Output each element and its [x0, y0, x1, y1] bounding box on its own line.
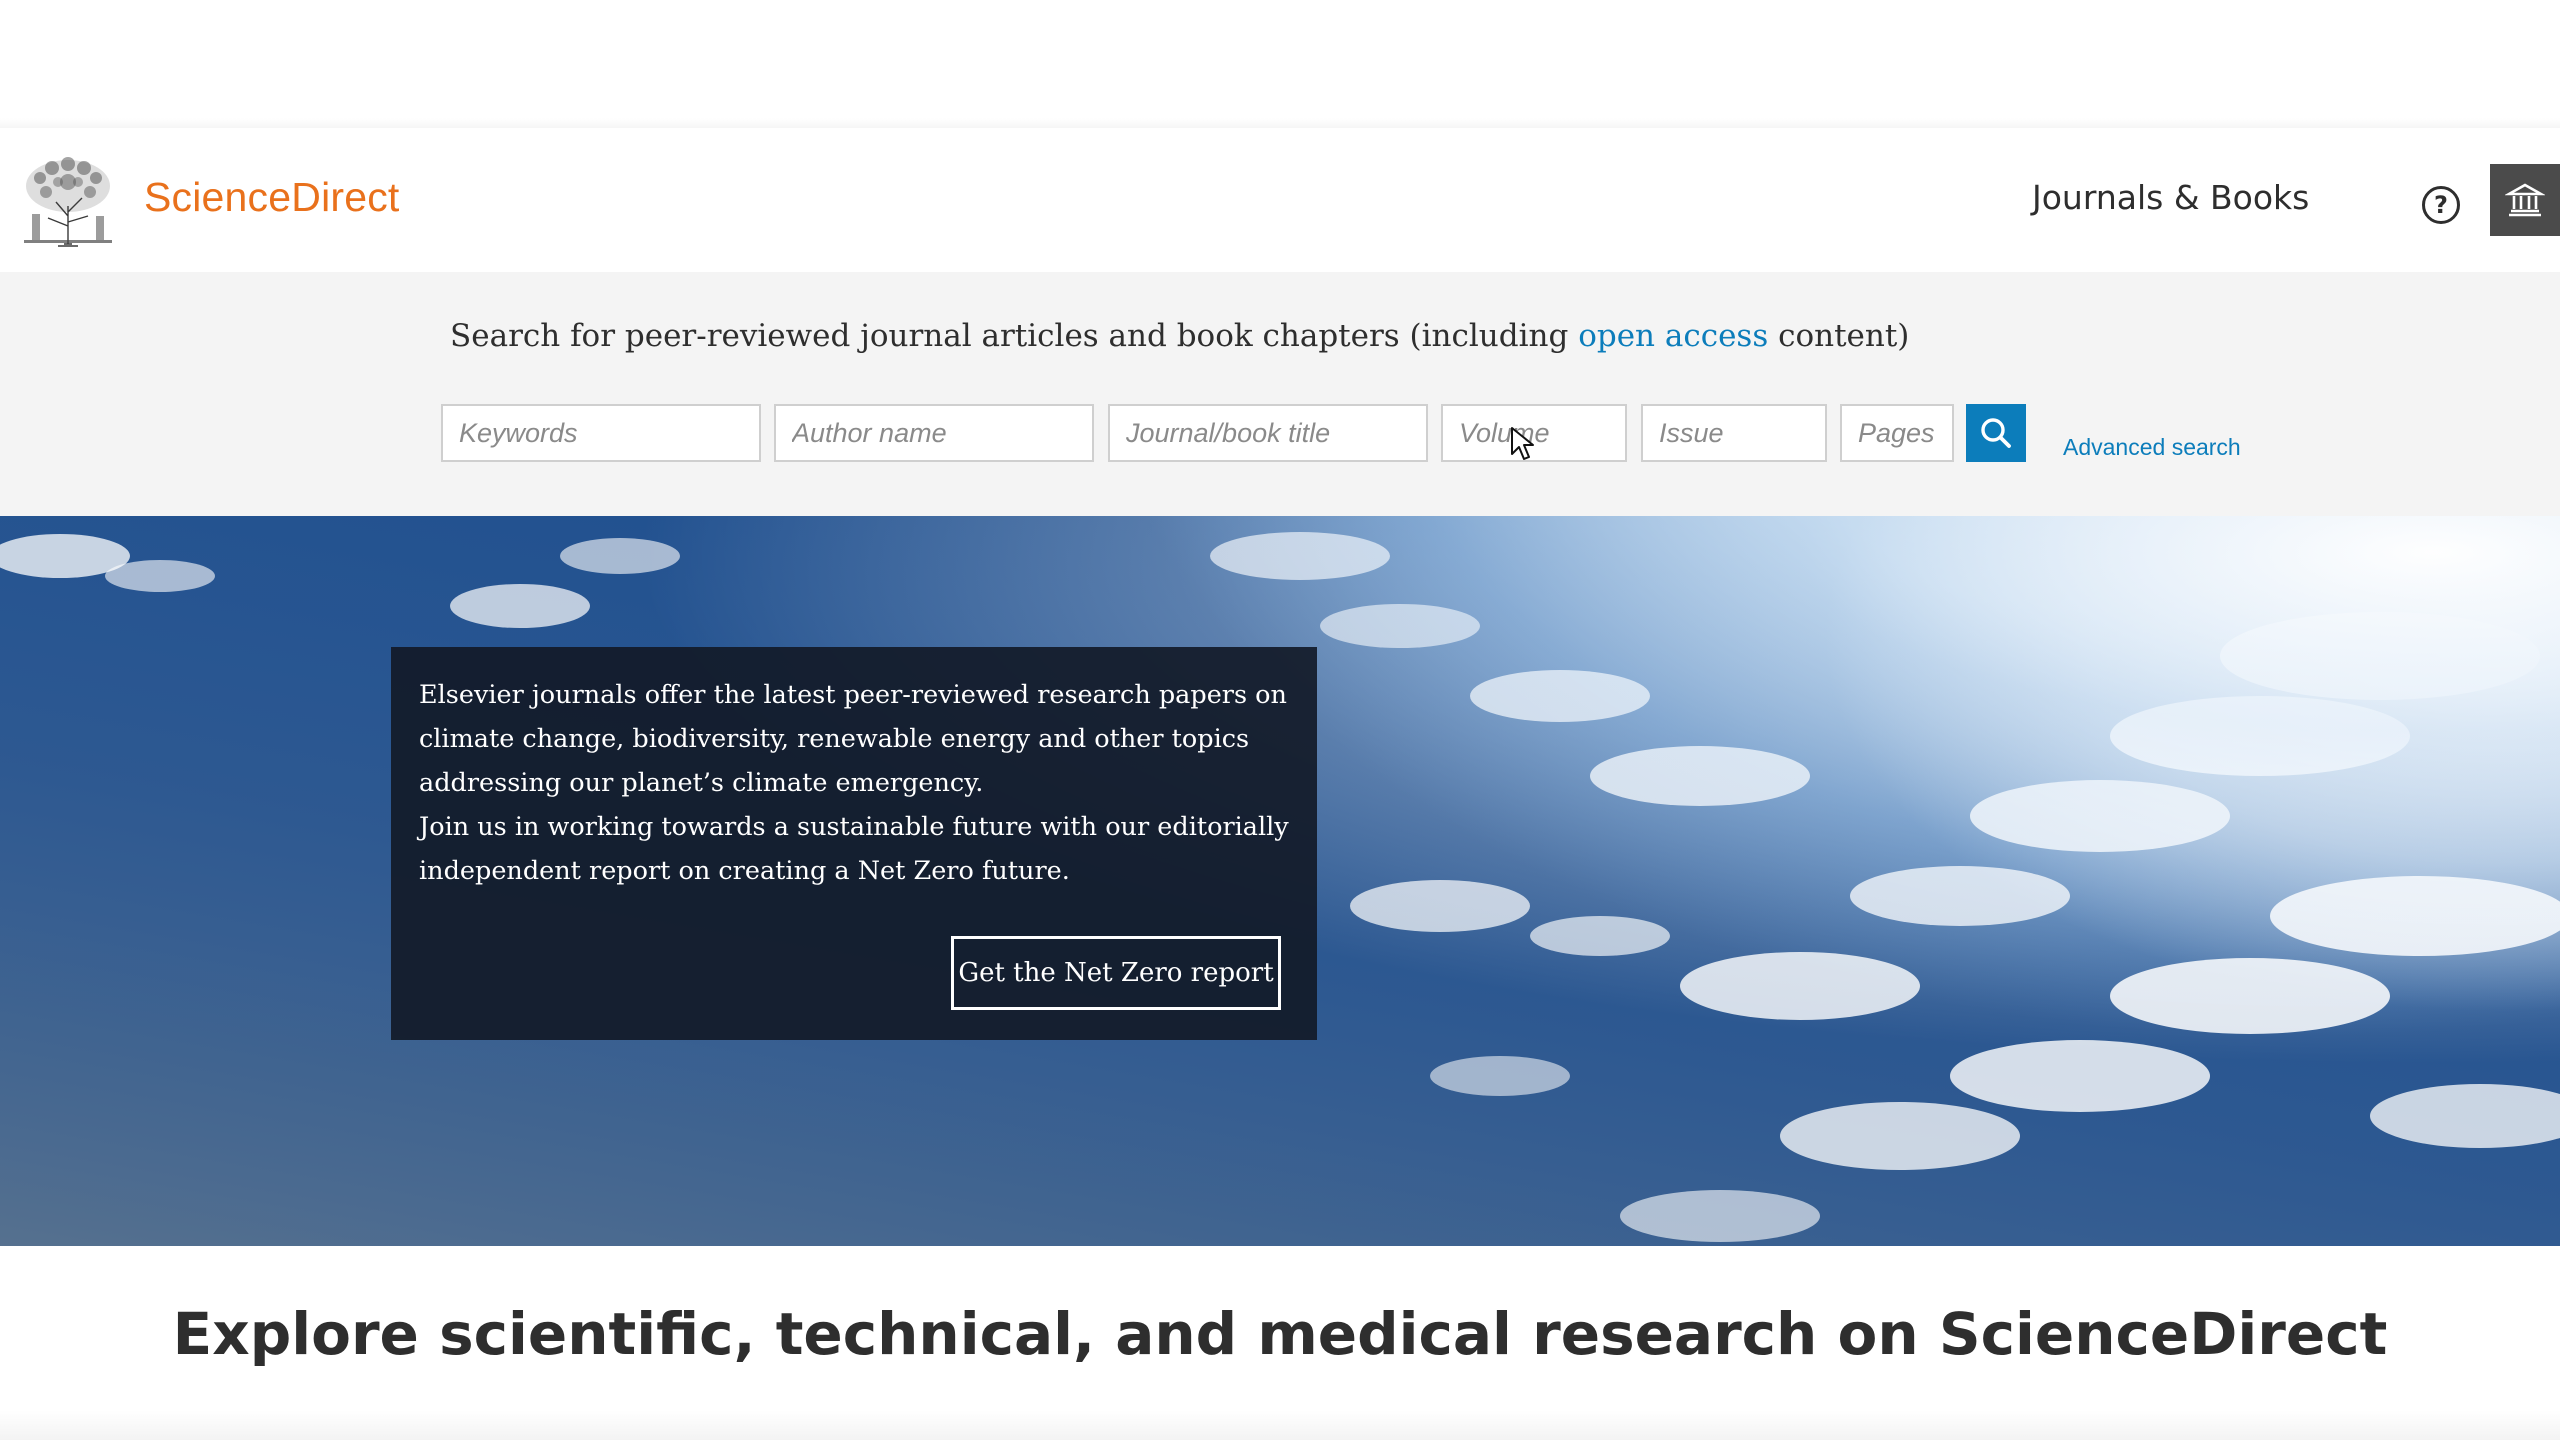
promo-text: Elsevier journals offer the latest peer-…: [419, 673, 1299, 893]
question-circle-icon[interactable]: ?: [2422, 186, 2460, 224]
search-intro-text: Search for peer-reviewed journal article…: [450, 318, 1909, 354]
browser-top-area: [0, 0, 2560, 124]
author-name-input[interactable]: [774, 404, 1094, 462]
promo-paragraph-2: Join us in working towards a sustainable…: [419, 812, 1289, 886]
net-zero-report-button[interactable]: Get the Net Zero report: [951, 936, 1281, 1010]
nav-journals-books[interactable]: Journals & Books: [2032, 178, 2309, 217]
explore-heading: Explore scientific, technical, and medic…: [172, 1300, 2388, 1368]
institution-building-icon: [2505, 183, 2545, 217]
search-icon: [1981, 418, 2011, 448]
mouse-cursor-icon: [1511, 427, 1534, 460]
search-intro-after: content): [1768, 318, 1910, 354]
hero-banner: Elsevier journals offer the latest peer-…: [0, 516, 2560, 1246]
search-section: Search for peer-reviewed journal article…: [0, 272, 2560, 516]
brand-name[interactable]: ScienceDirect: [144, 174, 400, 221]
advanced-search-link[interactable]: Advanced search: [2063, 434, 2241, 461]
issue-input[interactable]: [1641, 404, 1827, 462]
journal-book-title-input[interactable]: [1108, 404, 1428, 462]
elsevier-tree-logo[interactable]: [18, 156, 118, 248]
divider: [0, 118, 2560, 128]
net-zero-promo-panel: Elsevier journals offer the latest peer-…: [391, 647, 1317, 1040]
pages-input[interactable]: [1840, 404, 1954, 462]
search-intro-before: Search for peer-reviewed journal article…: [450, 318, 1579, 354]
institution-button[interactable]: [2490, 164, 2560, 236]
open-access-link[interactable]: open access: [1578, 318, 1768, 354]
site-header: ScienceDirect Journals & Books ?: [0, 128, 2560, 272]
keywords-input[interactable]: [441, 404, 761, 462]
search-button[interactable]: [1966, 404, 2026, 462]
divider: [0, 1410, 2560, 1440]
promo-paragraph-1: Elsevier journals offer the latest peer-…: [419, 680, 1287, 798]
